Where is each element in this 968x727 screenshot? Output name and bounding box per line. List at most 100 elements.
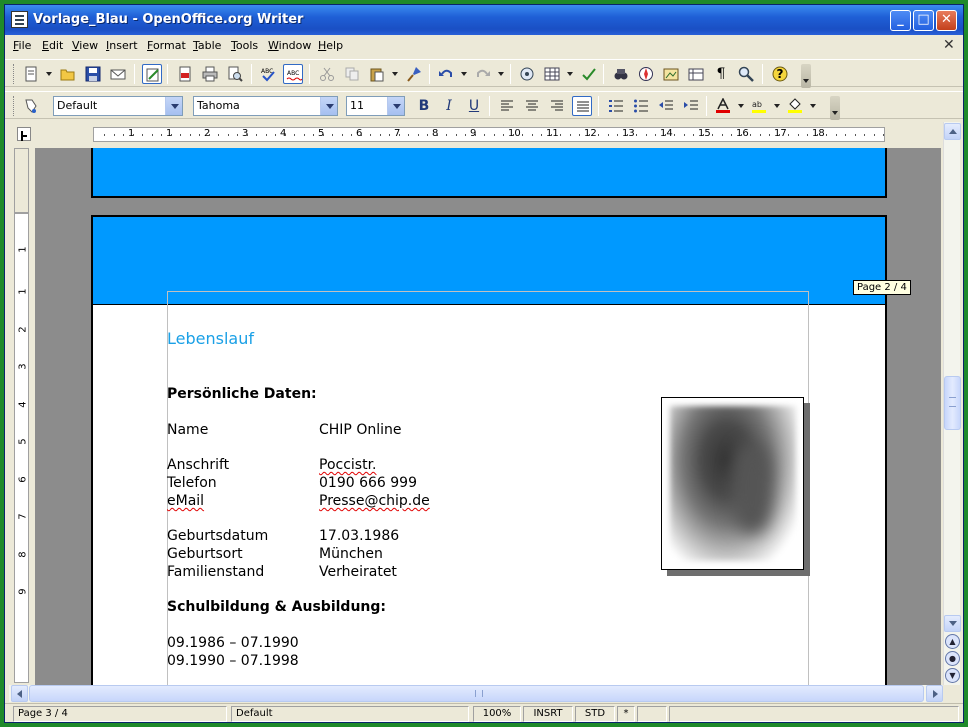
open-folder-icon[interactable]	[58, 64, 78, 84]
background-color-icon[interactable]	[785, 96, 805, 116]
education-entry[interactable]: 09.1986 – 07.1990	[167, 635, 299, 651]
field-label[interactable]: Anschrift	[167, 457, 229, 473]
chevron-down-icon[interactable]	[320, 97, 337, 115]
toolbar-overflow-button[interactable]	[801, 64, 811, 88]
background-color-dropdown-arrow[interactable]	[810, 104, 816, 108]
table-dropdown-arrow[interactable]	[567, 72, 573, 76]
document-canvas[interactable]: Lebenslauf Persönliche Daten: Name CHIP …	[35, 148, 941, 685]
menu-table[interactable]: Table	[193, 39, 221, 52]
status-page-style[interactable]: Default	[231, 706, 469, 722]
field-label[interactable]: Familienstand	[167, 564, 264, 580]
field-value[interactable]: CHIP Online	[319, 422, 401, 438]
italic-button[interactable]: I	[439, 96, 459, 116]
spellcheck-icon[interactable]: ABC	[258, 64, 278, 84]
menu-view[interactable]: View	[72, 39, 98, 52]
document-heading[interactable]: Lebenslauf	[167, 329, 254, 348]
minimize-button[interactable]: _	[890, 10, 911, 31]
font-size-combo[interactable]: 11	[346, 96, 405, 116]
chevron-down-icon[interactable]	[165, 97, 182, 115]
email-document-icon[interactable]	[108, 64, 128, 84]
new-document-icon[interactable]	[21, 64, 41, 84]
formatting-marks-icon[interactable]: ¶	[711, 64, 731, 84]
field-label[interactable]: Geburtsdatum	[167, 528, 268, 544]
status-signature[interactable]	[637, 706, 667, 722]
numbering-icon[interactable]	[606, 96, 626, 116]
undo-dropdown-arrow[interactable]	[461, 72, 467, 76]
navigation-button[interactable]: ●	[945, 651, 960, 666]
export-pdf-icon[interactable]	[175, 64, 195, 84]
next-page-button[interactable]: ▼	[945, 668, 960, 683]
clone-formatting-icon[interactable]	[404, 64, 424, 84]
highlighting-dropdown-arrow[interactable]	[774, 104, 780, 108]
title-bar[interactable]: Vorlage_Blau - OpenOffice.org Writer _ □…	[5, 5, 963, 35]
section-education[interactable]: Schulbildung & Ausbildung:	[167, 599, 386, 615]
status-page-number[interactable]: Page 3 / 4	[13, 706, 227, 722]
font-color-dropdown-arrow[interactable]	[738, 104, 744, 108]
education-entry[interactable]: 09.1990 – 07.1998	[167, 653, 299, 669]
field-value[interactable]: München	[319, 546, 383, 562]
align-left-icon[interactable]	[497, 96, 517, 116]
horizontal-scrollbar[interactable]	[9, 685, 943, 702]
gallery-icon[interactable]	[661, 64, 681, 84]
align-right-icon[interactable]	[547, 96, 567, 116]
toolbar-grip[interactable]	[13, 96, 16, 116]
writer-document-icon[interactable]	[11, 11, 28, 28]
horizontal-scroll-thumb[interactable]	[29, 685, 924, 702]
copy-icon[interactable]	[342, 64, 362, 84]
underline-button[interactable]: U	[464, 96, 484, 116]
menu-file[interactable]: File	[13, 39, 31, 52]
vertical-scrollbar[interactable]: ▲ ● ▼	[943, 122, 961, 685]
undo-icon[interactable]	[436, 64, 456, 84]
field-label[interactable]: Telefon	[167, 475, 217, 491]
scroll-down-button[interactable]	[944, 615, 961, 632]
status-modified-indicator[interactable]: *	[617, 706, 635, 722]
paste-icon[interactable]	[367, 64, 387, 84]
close-document-button[interactable]: ✕	[943, 37, 955, 53]
status-insert-mode[interactable]: INSRT	[523, 706, 573, 722]
field-label[interactable]: Geburtsort	[167, 546, 243, 562]
portrait-photo[interactable]	[661, 397, 804, 570]
toolbar-overflow-button[interactable]	[830, 96, 840, 120]
font-color-icon[interactable]	[713, 96, 733, 116]
field-value[interactable]: Verheiratet	[319, 564, 397, 580]
highlighting-icon[interactable]: ab	[749, 96, 769, 116]
menu-insert[interactable]: Insert	[106, 39, 138, 52]
navigator-icon[interactable]	[517, 64, 537, 84]
new-dropdown-arrow[interactable]	[46, 72, 52, 76]
print-icon[interactable]	[200, 64, 220, 84]
maximize-button[interactable]: □	[913, 10, 934, 31]
menu-help[interactable]: Help	[318, 39, 343, 52]
field-value[interactable]: 17.03.1986	[319, 528, 399, 544]
toolbar-grip[interactable]	[13, 64, 16, 84]
current-page[interactable]: Lebenslauf Persönliche Daten: Name CHIP …	[91, 215, 887, 685]
field-label[interactable]: eMail	[167, 493, 204, 509]
vertical-scroll-thumb[interactable]	[944, 376, 961, 430]
field-label[interactable]: Name	[167, 422, 208, 438]
status-zoom[interactable]: 100%	[473, 706, 521, 722]
section-personal-data[interactable]: Persönliche Daten:	[167, 386, 317, 402]
cut-icon[interactable]	[317, 64, 337, 84]
close-button[interactable]: ✕	[936, 10, 957, 31]
font-name-combo[interactable]: Tahoma	[193, 96, 338, 116]
save-icon[interactable]	[83, 64, 103, 84]
field-value[interactable]: Presse@chip.de	[319, 493, 430, 509]
navigator-compass-icon[interactable]	[636, 64, 656, 84]
vertical-ruler[interactable]: 1 1 2 3 4 5 6 7 8 9	[14, 213, 29, 683]
data-sources-icon[interactable]	[686, 64, 706, 84]
status-object-info[interactable]	[669, 706, 959, 722]
increase-indent-icon[interactable]	[681, 96, 701, 116]
paragraph-style-combo[interactable]: Default	[53, 96, 183, 116]
menu-tools[interactable]: Tools	[231, 39, 258, 52]
find-replace-icon[interactable]	[611, 64, 631, 84]
field-value[interactable]: Poccistr.	[319, 457, 377, 473]
previous-page-button[interactable]: ▲	[945, 634, 960, 649]
chevron-down-icon[interactable]	[387, 97, 404, 115]
decrease-indent-icon[interactable]	[656, 96, 676, 116]
field-value[interactable]: 0190 666 999	[319, 475, 417, 491]
align-center-icon[interactable]	[522, 96, 542, 116]
bullets-icon[interactable]	[631, 96, 651, 116]
bold-button[interactable]: B	[414, 96, 434, 116]
scroll-right-button[interactable]	[926, 685, 943, 702]
menu-window[interactable]: Window	[268, 39, 311, 52]
tab-stop-selector[interactable]	[17, 127, 31, 141]
